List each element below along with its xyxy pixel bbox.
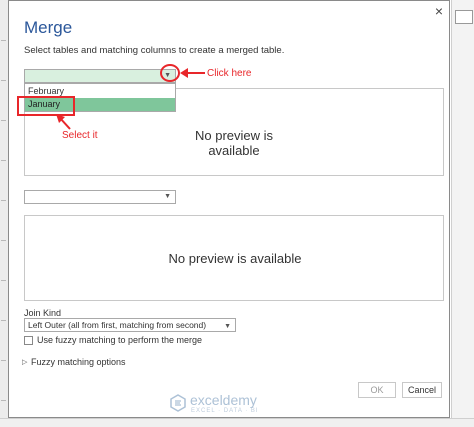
watermark-name: exceldemy xyxy=(190,392,257,408)
background-tick xyxy=(1,400,6,401)
background-tick xyxy=(1,80,6,81)
second-table-preview: No preview is available xyxy=(24,215,444,301)
dialog-title: Merge xyxy=(24,18,73,37)
first-table-preview-left xyxy=(24,112,177,176)
chevron-down-icon[interactable]: ▼ xyxy=(164,193,171,200)
second-preview-message: No preview is available xyxy=(168,251,302,266)
background-tick xyxy=(1,40,6,41)
annotation-arrow-select xyxy=(56,114,71,130)
second-table-dropdown[interactable]: ▼ xyxy=(24,190,176,204)
dialog-description: Select tables and matching columns to cr… xyxy=(24,45,285,56)
annotation-click-here: Click here xyxy=(207,68,252,79)
annotation-circle xyxy=(160,64,180,82)
ok-button[interactable]: OK xyxy=(358,382,396,398)
annotation-arrow-click xyxy=(180,68,205,78)
background-tick xyxy=(1,320,6,321)
background-ribbon-box xyxy=(455,10,473,24)
first-table-dropdown[interactable]: ▼ xyxy=(24,69,176,83)
first-preview-message: No preview is available xyxy=(194,128,274,158)
fuzzy-matching-checkbox[interactable] xyxy=(24,336,33,345)
watermark-logo-icon xyxy=(170,394,186,412)
expand-caret-icon[interactable]: ▷ xyxy=(22,358,27,366)
background-ribbon-edge xyxy=(451,0,474,426)
cancel-button[interactable]: Cancel xyxy=(402,382,442,398)
fuzzy-matching-label: Use fuzzy matching to perform the merge xyxy=(37,335,203,345)
merge-dialog xyxy=(8,0,450,418)
background-tick xyxy=(1,200,6,201)
background-tick xyxy=(1,240,6,241)
join-kind-label: Join Kind xyxy=(24,308,62,318)
background-tick xyxy=(1,280,6,281)
join-kind-selected: Left Outer (all from first, matching fro… xyxy=(28,320,207,330)
join-kind-dropdown[interactable]: Left Outer (all from first, matching fro… xyxy=(24,318,236,332)
fuzzy-options-toggle[interactable]: Fuzzy matching options xyxy=(31,357,126,367)
watermark-tagline: EXCEL · DATA · BI xyxy=(191,408,259,414)
chevron-down-icon[interactable]: ▼ xyxy=(224,321,231,333)
annotation-select-it: Select it xyxy=(62,130,98,141)
background-tick xyxy=(1,160,6,161)
background-tick xyxy=(1,360,6,361)
background-tick xyxy=(1,120,6,121)
close-button[interactable]: × xyxy=(432,4,446,18)
watermark: exceldemy EXCEL · DATA · BI xyxy=(170,392,300,418)
